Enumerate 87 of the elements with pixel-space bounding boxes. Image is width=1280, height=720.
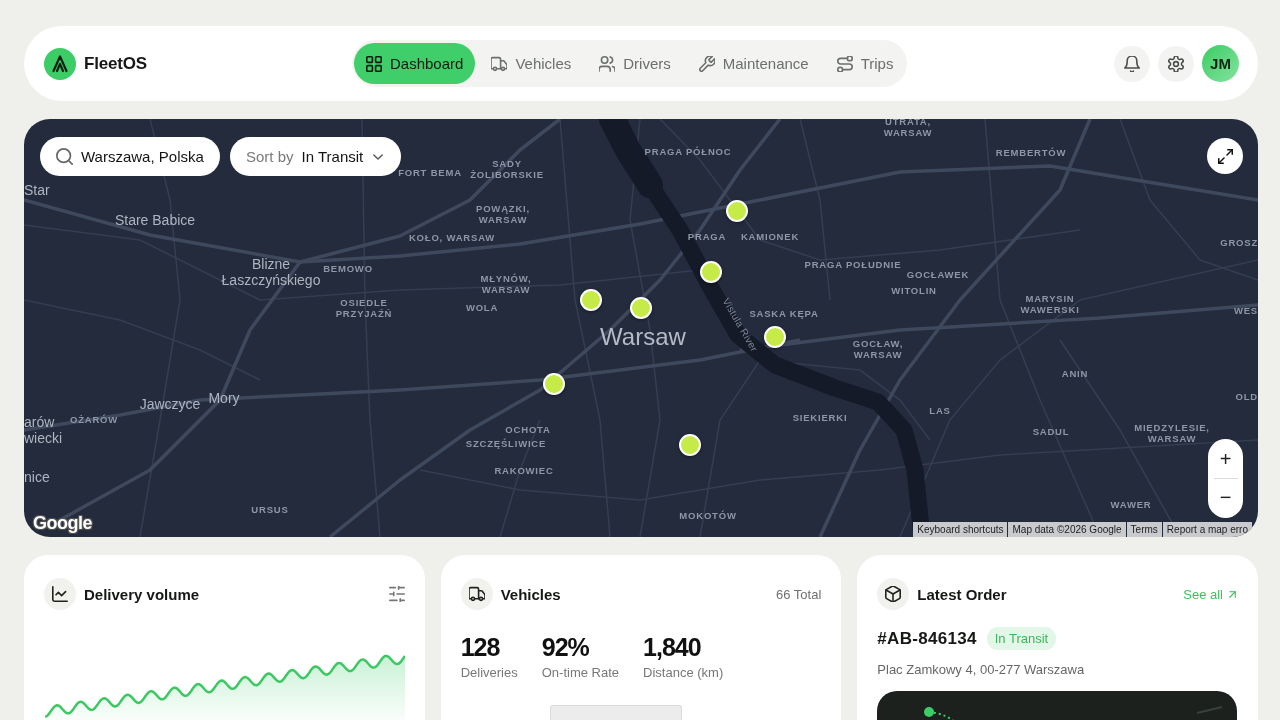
place-label: SZCZĘŚLIWICE (465, 438, 547, 450)
package-icon (877, 578, 910, 610)
order-id: #AB-846134 (877, 628, 977, 649)
zoom-out-button[interactable]: − (1208, 479, 1243, 516)
arrow-up-right-icon (1227, 588, 1238, 600)
route-icon (836, 55, 853, 72)
nav-tab[interactable]: Maintenance (686, 43, 821, 84)
place-label: SADUL (1032, 426, 1070, 438)
place-label: PRAGA (687, 231, 727, 243)
place-label: POWĄZKI, WARSAW (476, 204, 530, 226)
card-title: Latest Order (917, 585, 1007, 603)
place-label: OŻARÓW (69, 414, 119, 426)
place-label: MOKOTÓW (679, 510, 737, 522)
stat-label: Deliveries (460, 665, 518, 680)
place-label: PRAGA POŁUDNIE (804, 259, 902, 271)
place-label: KAMIONEK (740, 231, 800, 243)
attribution-link[interactable]: Map data ©2026 Google (1008, 522, 1126, 537)
place-label: nice (24, 468, 50, 486)
place-label: OLD (1235, 391, 1258, 403)
app-name: FleetOS (84, 53, 147, 74)
truck-icon (460, 578, 493, 610)
bell-icon (1124, 55, 1140, 72)
nav-tab[interactable]: Dashboard (354, 43, 476, 84)
place-label: Mory (208, 389, 240, 407)
user-avatar[interactable]: JM (1202, 45, 1239, 82)
search-field[interactable]: Warszawa, Polska (40, 137, 220, 176)
google-logo: Google (33, 513, 92, 534)
place-label: SASKA KĘPA (749, 308, 819, 320)
place-label: SIEKIERKI (792, 412, 848, 424)
place-label: KOŁO, WARSAW (408, 232, 496, 244)
place-label: GOCŁAWEK (906, 269, 970, 281)
users-icon (599, 55, 616, 72)
order-address: Plac Zamkowy 4, 00-277 Warszawa (877, 662, 1086, 677)
place-label: arów wiecki (24, 413, 63, 447)
truck-icon (491, 55, 508, 72)
attribution-link[interactable]: Keyboard shortcuts (913, 522, 1008, 537)
attribution-link[interactable]: Report a map erro (1162, 522, 1252, 537)
attribution-link[interactable]: Terms (1126, 522, 1162, 537)
stat-label: On-time Rate (541, 665, 620, 680)
vehicle-total: 66 Total (776, 586, 822, 602)
place-label: Jawczyce (139, 395, 201, 413)
nav-tab[interactable]: Drivers (587, 43, 683, 84)
card-title: Delivery volume (84, 585, 200, 603)
place-label: UTRATA, WARSAW (883, 119, 933, 139)
place-label: RAKOWIEC (494, 465, 554, 477)
logo-icon (44, 47, 76, 80)
place-label: Star (24, 181, 50, 199)
place-label: WITOLIN (891, 285, 937, 297)
place-label: MARYSIN WAWERSKI (1020, 294, 1080, 316)
expand-icon (1217, 148, 1233, 164)
search-icon (56, 148, 73, 165)
place-label: WAWER (1110, 499, 1152, 511)
place-label: Blizne Łaszczyńskiego (221, 255, 321, 289)
settings-button[interactable] (1158, 45, 1194, 82)
place-label: Stare Babice (114, 211, 196, 229)
place-label: LAS (929, 405, 951, 417)
place-label: REMBERTÓW (995, 147, 1067, 159)
stat-value: 128 (460, 633, 500, 661)
wrench-icon (698, 55, 715, 72)
settings-icon (1168, 55, 1184, 72)
nav-tab[interactable]: Trips (824, 43, 906, 84)
place-label: OCHOTA (505, 424, 551, 436)
zoom-in-button[interactable]: + (1208, 441, 1243, 478)
grid-icon (366, 55, 382, 72)
card-title: Vehicles (500, 585, 561, 603)
stat-value: 92% (541, 633, 589, 661)
place-label: OSIEDLE PRZYJAŹŃ (335, 298, 393, 320)
place-label: ANIN (1061, 368, 1089, 380)
place-label: WES (1233, 305, 1258, 317)
notifications-button[interactable] (1114, 45, 1150, 82)
place-label: GROSZ (1220, 237, 1258, 249)
nav-tab[interactable]: Vehicles (479, 43, 584, 84)
place-label: GOCŁAW, WARSAW (852, 339, 904, 361)
line-chart-icon (44, 578, 76, 610)
place-label: WOLA (465, 302, 499, 314)
place-label: BEMOWO (323, 263, 373, 275)
place-label: MIĘDZYLESIE, WARSAW (1134, 423, 1210, 445)
place-label: PRAGA PÓŁNOC (644, 146, 732, 158)
street-map-drawing[interactable] (24, 119, 1258, 537)
place-label: Warsaw (600, 323, 686, 351)
place-label: SADY ŻOLIBORSKIE (470, 159, 544, 181)
status-badge: In Transit (986, 627, 1057, 650)
place-label: MŁYNÓW, WARSAW (480, 274, 532, 296)
stat-value: 1,840 (643, 633, 701, 661)
stat-label: Distance (km) (643, 665, 724, 680)
place-label: URSUS (251, 504, 289, 516)
filter-settings-icon (388, 586, 405, 602)
